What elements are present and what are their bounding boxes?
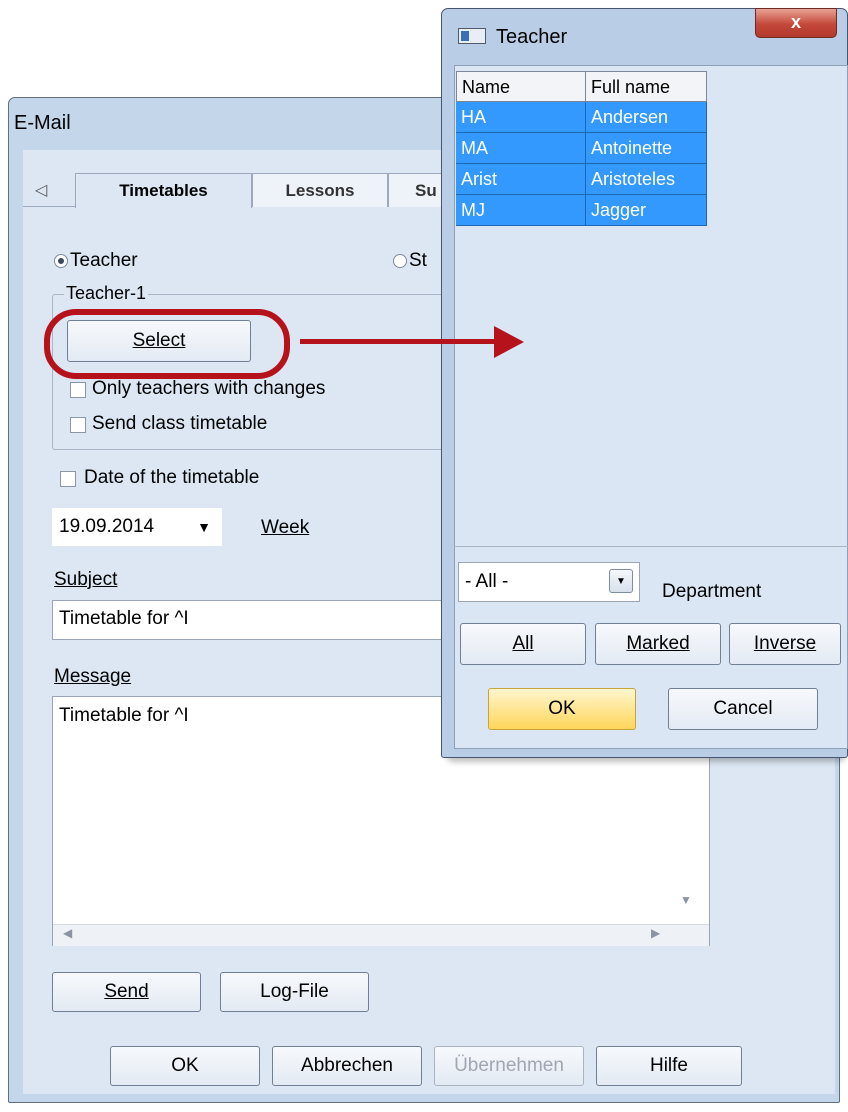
department-select[interactable]: - All - ▼ — [458, 562, 640, 602]
send-button[interactable]: Send — [52, 972, 201, 1012]
teacher-grid-header: Name Full name — [456, 71, 707, 102]
cancel-button[interactable]: Abbrechen — [272, 1046, 422, 1086]
teacher-ok-button[interactable]: OK — [488, 688, 636, 730]
teacher-dialog-title: Teacher — [496, 26, 568, 48]
teacher-dialog-divider — [454, 546, 848, 547]
close-button[interactable]: x — [755, 8, 837, 38]
logfile-button-label: Log-File — [260, 981, 329, 1002]
scroll-right-icon[interactable]: ▶ — [651, 926, 660, 940]
annotation-arrow-head-icon — [494, 326, 524, 358]
subject-label: Subject — [54, 569, 118, 590]
tab-timetables[interactable]: Timetables — [75, 173, 252, 208]
select-all-label: All — [512, 633, 534, 654]
teacher-window-icon — [458, 28, 486, 44]
column-header-name[interactable]: Name — [456, 71, 586, 102]
inverse-selection-label: Inverse — [753, 633, 817, 654]
help-button[interactable]: Hilfe — [596, 1046, 742, 1086]
annotation-arrow-line — [300, 339, 496, 344]
department-label: Department — [662, 581, 762, 602]
chevron-down-icon[interactable]: ▼ — [609, 569, 633, 593]
select-marked-label: Marked — [626, 633, 690, 654]
teacher-short-name: MJ — [456, 195, 586, 226]
table-row[interactable]: HA Andersen — [456, 102, 707, 133]
only-changes-label: Only teachers with changes — [92, 378, 326, 399]
inverse-selection-button[interactable]: Inverse — [729, 623, 841, 665]
tab-lessons[interactable]: Lessons — [252, 173, 388, 207]
message-horizontal-scrollbar[interactable]: ◀ ▶ — [53, 924, 709, 946]
teacher-full-name: Jagger — [586, 195, 707, 226]
tab-substitutions[interactable]: Su — [388, 173, 448, 207]
chevron-down-icon[interactable]: ▼ — [197, 509, 211, 545]
timetable-date-picker[interactable]: 19.09.2014 ▼ — [52, 508, 222, 546]
select-marked-button[interactable]: Marked — [595, 623, 721, 665]
close-icon: x — [790, 12, 801, 32]
student-radio-label: St — [409, 250, 427, 271]
message-label: Message — [54, 666, 132, 687]
column-header-full-name[interactable]: Full name — [586, 71, 707, 102]
email-dialog-title: E-Mail — [14, 112, 71, 134]
week-label: Week — [261, 517, 310, 538]
teacher-short-name: MA — [456, 133, 586, 164]
table-row[interactable]: MA Antoinette — [456, 133, 707, 164]
table-row[interactable]: MJ Jagger — [456, 195, 707, 226]
scroll-down-icon[interactable]: ▼ — [680, 893, 692, 907]
scroll-left-icon[interactable]: ◀ — [63, 926, 72, 940]
only-changes-checkbox[interactable] — [70, 382, 86, 398]
student-radio[interactable] — [393, 254, 407, 268]
teacher-radio-label: Teacher — [70, 250, 138, 271]
select-all-button[interactable]: All — [460, 623, 586, 665]
message-value: Timetable for ^I — [59, 705, 189, 726]
apply-button[interactable]: Übernehmen — [434, 1046, 584, 1086]
timetable-date-value: 19.09.2014 — [59, 516, 155, 537]
annotation-ring — [44, 309, 290, 379]
tab-scroll-left-icon[interactable]: ◁ — [35, 180, 47, 200]
logfile-button[interactable]: Log-File — [220, 972, 369, 1012]
teacher-full-name: Aristoteles — [586, 164, 707, 195]
teacher-short-name: Arist — [456, 164, 586, 195]
department-value: - All - — [465, 571, 509, 592]
teacher-full-name: Antoinette — [586, 133, 707, 164]
teacher-radio[interactable] — [54, 254, 68, 268]
send-class-timetable-label: Send class timetable — [92, 413, 268, 434]
teacher-group-title: Teacher-1 — [64, 283, 149, 304]
teacher-full-name: Andersen — [586, 102, 707, 133]
teacher-short-name: HA — [456, 102, 586, 133]
date-of-timetable-checkbox[interactable] — [60, 471, 76, 487]
subject-input[interactable]: Timetable for ^I — [52, 600, 472, 640]
table-row[interactable]: Arist Aristoteles — [456, 164, 707, 195]
ok-button[interactable]: OK — [110, 1046, 260, 1086]
date-of-timetable-label: Date of the timetable — [84, 467, 260, 488]
teacher-cancel-button[interactable]: Cancel — [668, 688, 818, 730]
subject-value: Timetable for ^I — [59, 608, 189, 629]
send-button-label: Send — [104, 981, 149, 1002]
send-class-timetable-checkbox[interactable] — [70, 417, 86, 433]
